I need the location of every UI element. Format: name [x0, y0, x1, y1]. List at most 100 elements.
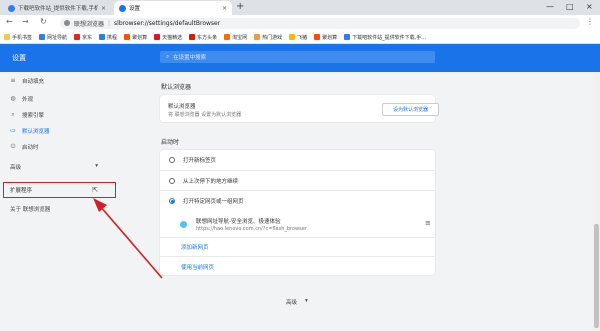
bookmark-label: 淘宝网	[232, 34, 248, 41]
bookmark-item[interactable]: 聚划算	[124, 34, 147, 41]
autofill-icon: ≡	[10, 77, 16, 84]
bookmark-item[interactable]: 天猫精选	[154, 34, 182, 41]
startup-page-name: 联想网址导航-安全浏览、极速体验	[196, 219, 281, 225]
use-current-pages-link[interactable]: 使用当前网页	[181, 263, 214, 271]
browser-window-icon: ▭	[10, 127, 16, 134]
address-url: slbrowser://settings/defaultBrowser	[114, 19, 221, 27]
bookmark-label: 聚划算	[322, 34, 338, 41]
bookmark-item[interactable]: 淘宝网	[224, 34, 247, 41]
palette-icon: ◍	[10, 95, 16, 102]
bookmark-favicon-icon	[99, 34, 106, 40]
sidebar-item-label: 默认浏览器	[22, 128, 50, 135]
annotation-arrow-head	[93, 198, 107, 212]
bookmark-item[interactable]: 网址导航	[39, 34, 67, 41]
bookmark-favicon-icon	[74, 34, 81, 40]
sidebar-advanced-toggle[interactable]: 高级 ▾	[10, 163, 98, 171]
sidebar-item-appearance[interactable]: ◍ 外观	[10, 94, 33, 103]
bookmark-folder[interactable]: 手机书签	[4, 34, 32, 41]
tab-label: 设置	[129, 6, 141, 12]
bookmark-label: 飞猪	[297, 34, 308, 41]
advanced-label: 高级	[10, 165, 22, 171]
site-favicon-icon	[180, 221, 187, 228]
bookmark-favicon-icon	[124, 34, 131, 40]
advanced-label: 高级	[286, 300, 298, 306]
settings-search-input[interactable]: ⌕ 在设置中搜索	[160, 51, 435, 63]
option-label: 打开新标签页	[183, 158, 217, 164]
set-default-browser-button[interactable]: 设为默认浏览器	[382, 103, 439, 116]
browser-logo-icon	[64, 20, 70, 26]
search-icon: ⌕	[166, 53, 170, 60]
bookmark-label: 手机书签	[12, 34, 33, 41]
extensions-label: 扩展程序	[10, 188, 33, 194]
advanced-settings-toggle[interactable]: 高级 ▾	[286, 298, 308, 306]
folder-icon	[4, 34, 10, 40]
bookmark-favicon-icon	[154, 34, 161, 40]
maximize-button[interactable]: □	[566, 2, 574, 11]
bookmark-favicon-icon	[254, 34, 261, 40]
bookmark-item[interactable]: 飞猪	[289, 34, 307, 41]
bookmark-item[interactable]: 东方头条	[189, 34, 217, 41]
add-new-page-link[interactable]: 添加新网页	[181, 243, 209, 251]
sidebar-item-about[interactable]: 关于 联想浏览器	[10, 205, 50, 213]
chevron-down-icon: ▾	[305, 298, 308, 304]
reload-button[interactable]: ↻	[40, 17, 47, 26]
sidebar-item-on-startup[interactable]: ⏻ 启动时	[10, 142, 39, 151]
sidebar-item-autofill[interactable]: ≡ 自动填充	[10, 76, 44, 85]
bookmark-item[interactable]: 聚划算	[314, 34, 337, 41]
open-external-icon: ⇱	[92, 186, 98, 194]
bookmark-label: 天猫精选	[162, 34, 183, 41]
radio-button[interactable]	[169, 157, 175, 163]
bookmarks-bar: 手机书签 网址导航 京东 携程 聚划算 天猫精选 东方头条 淘宝网 热门游戏 飞…	[0, 31, 600, 44]
startup-option-continue[interactable]: 从上次停下的地方继续	[169, 177, 238, 185]
tab-label: 下载吧软件站_提供软件下载,手机	[18, 6, 98, 12]
option-label: 打开特定网页或一组网页	[183, 199, 244, 205]
chevron-down-icon: ▾	[95, 163, 98, 169]
startup-page-url: https://hao.lenovo.com.cn/?c=flash_brows…	[196, 226, 307, 232]
address-bar[interactable]: 联想浏览器 | slbrowser://settings/defaultBrow…	[60, 17, 580, 29]
tab-download-site[interactable]: 下载吧软件站_提供软件下载,手机 ×	[3, 1, 111, 15]
tab-settings[interactable]: 设置 ×	[114, 1, 232, 15]
annotation-arrow-line	[99, 205, 163, 279]
bookmark-label: 热门游戏	[262, 34, 283, 41]
new-tab-button[interactable]: +	[236, 1, 244, 12]
startup-option-specific-pages[interactable]: 打开特定网页或一组网页	[169, 197, 244, 205]
bookmark-item[interactable]: 京东	[74, 34, 92, 41]
sidebar-item-extensions[interactable]: 扩展程序 ⇱	[10, 186, 98, 194]
sidebar-item-search-engine[interactable]: ⌕ 搜索引擎	[10, 110, 44, 119]
bookmark-item[interactable]: 下载吧软件站_提供软件下载,手...	[344, 34, 426, 41]
bookmark-label: 网址导航	[47, 34, 68, 41]
radio-button-checked[interactable]	[169, 198, 175, 204]
bookmark-item[interactable]: 携程	[99, 34, 117, 41]
option-label: 从上次停下的地方继续	[183, 179, 239, 185]
radio-button[interactable]	[169, 178, 175, 184]
divider	[160, 190, 435, 191]
scrollbar-thumb[interactable]	[594, 224, 599, 328]
bookmark-favicon-icon	[289, 34, 296, 40]
address-brand: 联想浏览器	[74, 20, 105, 28]
search-placeholder: 在设置中搜索	[173, 55, 207, 61]
bookmark-label: 聚划算	[132, 34, 148, 41]
address-separator: |	[108, 19, 111, 27]
gear-icon	[119, 4, 126, 12]
section-title-default-browser: 默认浏览器	[161, 84, 192, 91]
bookmark-favicon-icon	[344, 34, 351, 40]
tab-close-icon[interactable]: ×	[101, 5, 106, 12]
default-browser-subtitle: 将 联想浏览器 设置为默认浏览器	[168, 112, 242, 118]
bookmark-favicon-icon	[314, 34, 321, 40]
menu-more-icon[interactable]: ⋮	[586, 17, 594, 26]
bookmark-label: 京东	[82, 34, 93, 41]
sidebar-item-default-browser[interactable]: ▭ 默认浏览器	[10, 126, 50, 135]
default-browser-title: 默认浏览器	[168, 104, 196, 110]
page-menu-icon[interactable]: ≡	[425, 219, 431, 227]
back-button[interactable]: ←	[6, 17, 13, 26]
startup-option-new-tab[interactable]: 打开新标签页	[169, 156, 216, 164]
close-window-button[interactable]: ×	[586, 2, 593, 11]
bookmark-label: 携程	[107, 34, 118, 41]
bookmark-favicon-icon	[189, 34, 196, 40]
minimize-button[interactable]: —	[546, 2, 554, 11]
divider	[160, 256, 435, 257]
bookmark-item[interactable]: 热门游戏	[254, 34, 282, 41]
divider	[160, 170, 435, 171]
forward-button[interactable]: →	[22, 17, 29, 26]
tab-close-icon[interactable]: ×	[222, 5, 227, 12]
